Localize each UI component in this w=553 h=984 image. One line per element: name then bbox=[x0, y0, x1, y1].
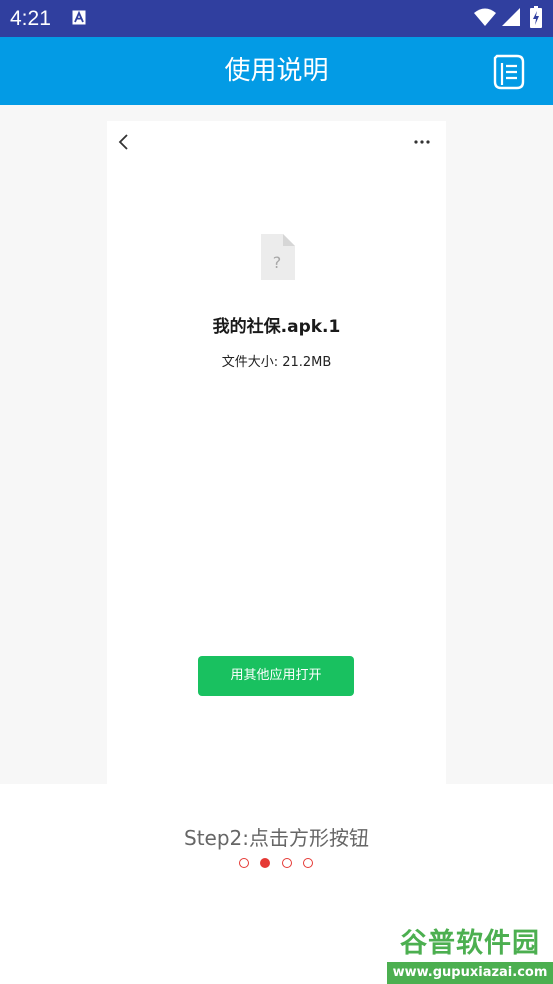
svg-text:?: ? bbox=[273, 253, 282, 272]
unknown-file-icon: ? bbox=[261, 234, 295, 280]
battery-icon bbox=[530, 6, 542, 28]
a-notification-icon bbox=[72, 10, 86, 25]
watermark-brand: 谷普软件园 bbox=[387, 926, 553, 962]
page-title: 使用说明 bbox=[224, 56, 329, 86]
page-dot-3[interactable] bbox=[282, 858, 292, 868]
watermark-url: www.gupuxiazai.com bbox=[387, 962, 553, 984]
page-dot-2[interactable] bbox=[260, 858, 270, 868]
tutorial-content: ? 我的社保.apk.1 文件大小: 21.2MB 用其他应用打开 bbox=[0, 105, 553, 784]
back-icon bbox=[118, 134, 128, 150]
file-size: 文件大小: 21.2MB bbox=[221, 355, 332, 370]
file-name: 我的社保.apk.1 bbox=[212, 317, 341, 337]
status-bar: 4:21 bbox=[0, 0, 553, 37]
signal-icon bbox=[502, 8, 520, 26]
page-dot-4[interactable] bbox=[303, 858, 313, 868]
page-dot-1[interactable] bbox=[239, 858, 249, 868]
app-bar: 使用说明 bbox=[0, 37, 553, 105]
tutorial-screenshot: ? 我的社保.apk.1 文件大小: 21.2MB 用其他应用打开 bbox=[107, 121, 446, 784]
page-indicator[interactable] bbox=[236, 857, 320, 871]
step-caption: Step2:点击方形按钮 bbox=[184, 826, 369, 850]
open-with-other-app-button: 用其他应用打开 bbox=[198, 656, 354, 696]
document-list-icon[interactable] bbox=[489, 52, 529, 92]
status-time: 4:21 bbox=[10, 7, 51, 30]
watermark: 谷普软件园 www.gupuxiazai.com bbox=[387, 926, 553, 984]
wifi-icon bbox=[474, 8, 496, 26]
more-icon bbox=[414, 140, 430, 144]
